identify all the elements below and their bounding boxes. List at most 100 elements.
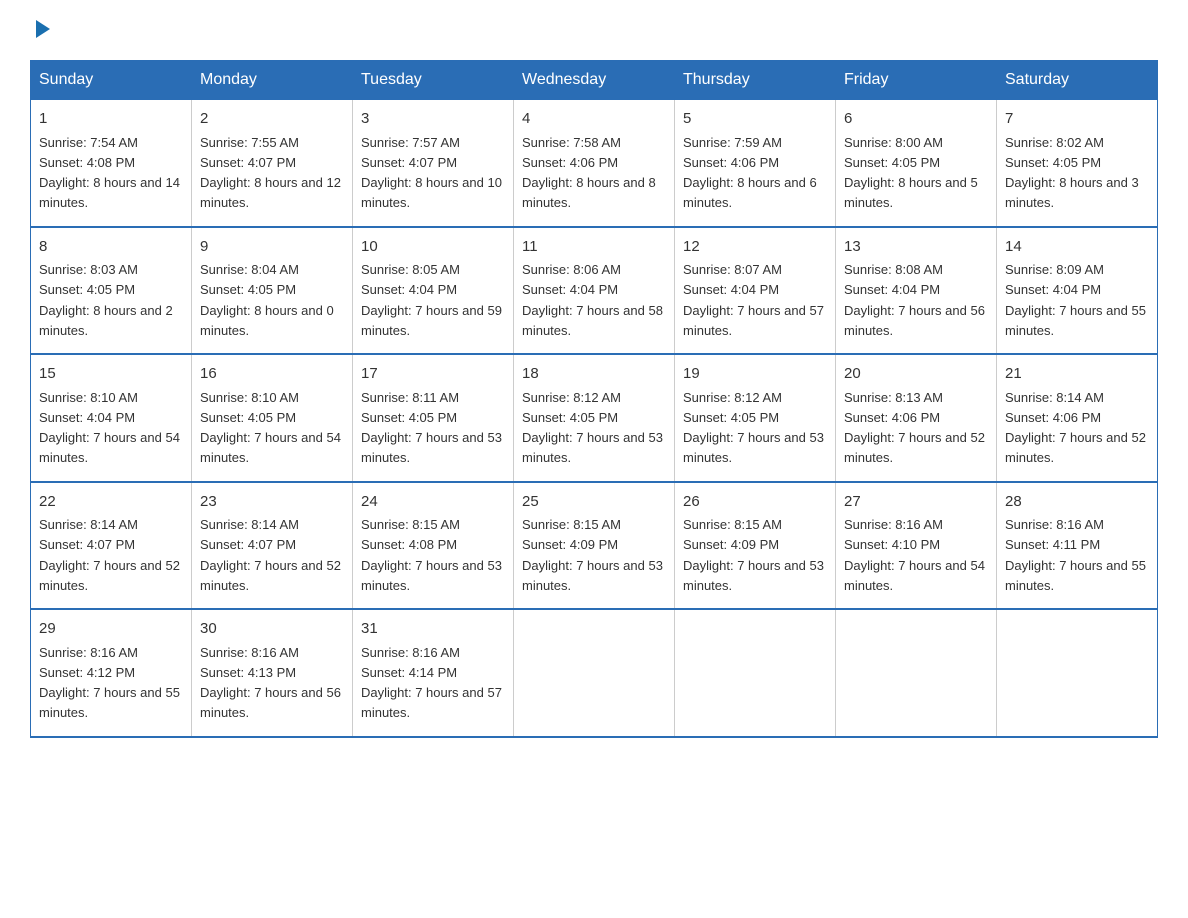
day-info: Sunrise: 8:09 AMSunset: 4:04 PMDaylight:… xyxy=(1005,262,1146,338)
calendar-cell: 14 Sunrise: 8:09 AMSunset: 4:04 PMDayligh… xyxy=(997,227,1158,355)
day-info: Sunrise: 8:02 AMSunset: 4:05 PMDaylight:… xyxy=(1005,135,1139,211)
calendar-cell: 9 Sunrise: 8:04 AMSunset: 4:05 PMDaylight… xyxy=(192,227,353,355)
calendar-cell: 2Sunrise: 7:55 AMSunset: 4:07 PMDaylight… xyxy=(192,100,353,227)
day-number: 17 xyxy=(361,363,505,386)
calendar-week-row: 22 Sunrise: 8:14 AMSunset: 4:07 PMDayligh… xyxy=(31,482,1158,610)
logo xyxy=(30,20,54,40)
day-info: Sunrise: 8:10 AMSunset: 4:05 PMDaylight:… xyxy=(200,390,341,466)
day-info: Sunrise: 8:10 AMSunset: 4:04 PMDaylight:… xyxy=(39,390,180,466)
weekday-header-saturday: Saturday xyxy=(997,61,1158,100)
day-number: 10 xyxy=(361,236,505,259)
day-info: Sunrise: 8:07 AMSunset: 4:04 PMDaylight:… xyxy=(683,262,824,338)
day-number: 27 xyxy=(844,491,988,514)
calendar-cell: 23Sunrise: 8:14 AMSunset: 4:07 PMDayligh… xyxy=(192,482,353,610)
day-number: 28 xyxy=(1005,491,1149,514)
day-info: Sunrise: 7:57 AMSunset: 4:07 PMDaylight:… xyxy=(361,135,502,211)
day-number: 15 xyxy=(39,363,183,386)
day-number: 6 xyxy=(844,108,988,131)
calendar-cell: 7 Sunrise: 8:02 AMSunset: 4:05 PMDaylight… xyxy=(997,100,1158,227)
calendar-cell: 13 Sunrise: 8:08 AMSunset: 4:04 PMDayligh… xyxy=(836,227,997,355)
day-number: 16 xyxy=(200,363,344,386)
day-number: 9 xyxy=(200,236,344,259)
day-number: 3 xyxy=(361,108,505,131)
day-info: Sunrise: 8:15 AMSunset: 4:09 PMDaylight:… xyxy=(522,517,663,593)
day-number: 22 xyxy=(39,491,183,514)
weekday-header-wednesday: Wednesday xyxy=(514,61,675,100)
calendar-cell: 6 Sunrise: 8:00 AMSunset: 4:05 PMDaylight… xyxy=(836,100,997,227)
day-number: 13 xyxy=(844,236,988,259)
day-info: Sunrise: 8:16 AMSunset: 4:13 PMDaylight:… xyxy=(200,645,341,721)
calendar-cell: 18 Sunrise: 8:12 AMSunset: 4:05 PMDayligh… xyxy=(514,354,675,482)
day-number: 2 xyxy=(200,108,344,131)
day-info: Sunrise: 8:15 AMSunset: 4:08 PMDaylight:… xyxy=(361,517,502,593)
calendar-cell: 16 Sunrise: 8:10 AMSunset: 4:05 PMDayligh… xyxy=(192,354,353,482)
calendar-table: SundayMondayTuesdayWednesdayThursdayFrid… xyxy=(30,60,1158,738)
day-info: Sunrise: 8:08 AMSunset: 4:04 PMDaylight:… xyxy=(844,262,985,338)
logo-arrow-icon xyxy=(32,18,54,40)
day-info: Sunrise: 8:05 AMSunset: 4:04 PMDaylight:… xyxy=(361,262,502,338)
page-header xyxy=(30,20,1158,40)
weekday-header-thursday: Thursday xyxy=(675,61,836,100)
day-number: 20 xyxy=(844,363,988,386)
calendar-cell: 19 Sunrise: 8:12 AMSunset: 4:05 PMDayligh… xyxy=(675,354,836,482)
calendar-cell: 3 Sunrise: 7:57 AMSunset: 4:07 PMDaylight… xyxy=(353,100,514,227)
day-info: Sunrise: 8:04 AMSunset: 4:05 PMDaylight:… xyxy=(200,262,334,338)
calendar-cell: 21 Sunrise: 8:14 AMSunset: 4:06 PMDayligh… xyxy=(997,354,1158,482)
calendar-cell: 5Sunrise: 7:59 AMSunset: 4:06 PMDaylight… xyxy=(675,100,836,227)
day-number: 18 xyxy=(522,363,666,386)
day-number: 29 xyxy=(39,618,183,641)
day-number: 21 xyxy=(1005,363,1149,386)
day-info: Sunrise: 8:12 AMSunset: 4:05 PMDaylight:… xyxy=(522,390,663,466)
calendar-week-row: 8 Sunrise: 8:03 AMSunset: 4:05 PMDaylight… xyxy=(31,227,1158,355)
day-number: 7 xyxy=(1005,108,1149,131)
day-info: Sunrise: 8:14 AMSunset: 4:07 PMDaylight:… xyxy=(39,517,180,593)
day-info: Sunrise: 8:16 AMSunset: 4:12 PMDaylight:… xyxy=(39,645,180,721)
day-info: Sunrise: 8:16 AMSunset: 4:10 PMDaylight:… xyxy=(844,517,985,593)
weekday-header-monday: Monday xyxy=(192,61,353,100)
calendar-header-row: SundayMondayTuesdayWednesdayThursdayFrid… xyxy=(31,61,1158,100)
calendar-cell: 1 Sunrise: 7:54 AMSunset: 4:08 PMDaylight… xyxy=(31,100,192,227)
day-info: Sunrise: 8:12 AMSunset: 4:05 PMDaylight:… xyxy=(683,390,824,466)
day-info: Sunrise: 7:58 AMSunset: 4:06 PMDaylight:… xyxy=(522,135,656,211)
calendar-cell xyxy=(997,609,1158,737)
day-number: 31 xyxy=(361,618,505,641)
day-number: 26 xyxy=(683,491,827,514)
day-info: Sunrise: 8:03 AMSunset: 4:05 PMDaylight:… xyxy=(39,262,173,338)
calendar-week-row: 29 Sunrise: 8:16 AMSunset: 4:12 PMDayligh… xyxy=(31,609,1158,737)
day-number: 14 xyxy=(1005,236,1149,259)
day-number: 1 xyxy=(39,108,183,131)
day-info: Sunrise: 8:06 AMSunset: 4:04 PMDaylight:… xyxy=(522,262,663,338)
calendar-cell: 17 Sunrise: 8:11 AMSunset: 4:05 PMDayligh… xyxy=(353,354,514,482)
day-number: 23 xyxy=(200,491,344,514)
day-info: Sunrise: 8:00 AMSunset: 4:05 PMDaylight:… xyxy=(844,135,978,211)
calendar-cell: 20Sunrise: 8:13 AMSunset: 4:06 PMDayligh… xyxy=(836,354,997,482)
day-info: Sunrise: 8:15 AMSunset: 4:09 PMDaylight:… xyxy=(683,517,824,593)
calendar-cell xyxy=(514,609,675,737)
calendar-cell: 28Sunrise: 8:16 AMSunset: 4:11 PMDayligh… xyxy=(997,482,1158,610)
calendar-week-row: 1 Sunrise: 7:54 AMSunset: 4:08 PMDaylight… xyxy=(31,100,1158,227)
day-number: 19 xyxy=(683,363,827,386)
calendar-cell: 22 Sunrise: 8:14 AMSunset: 4:07 PMDayligh… xyxy=(31,482,192,610)
day-number: 8 xyxy=(39,236,183,259)
day-info: Sunrise: 8:11 AMSunset: 4:05 PMDaylight:… xyxy=(361,390,502,466)
calendar-cell: 25Sunrise: 8:15 AMSunset: 4:09 PMDayligh… xyxy=(514,482,675,610)
day-number: 11 xyxy=(522,236,666,259)
day-number: 30 xyxy=(200,618,344,641)
day-info: Sunrise: 8:16 AMSunset: 4:14 PMDaylight:… xyxy=(361,645,502,721)
day-number: 12 xyxy=(683,236,827,259)
calendar-cell: 31 Sunrise: 8:16 AMSunset: 4:14 PMDayligh… xyxy=(353,609,514,737)
weekday-header-tuesday: Tuesday xyxy=(353,61,514,100)
day-number: 24 xyxy=(361,491,505,514)
calendar-cell: 10 Sunrise: 8:05 AMSunset: 4:04 PMDayligh… xyxy=(353,227,514,355)
calendar-cell: 26 Sunrise: 8:15 AMSunset: 4:09 PMDayligh… xyxy=(675,482,836,610)
calendar-cell: 12 Sunrise: 8:07 AMSunset: 4:04 PMDayligh… xyxy=(675,227,836,355)
calendar-cell xyxy=(836,609,997,737)
day-number: 4 xyxy=(522,108,666,131)
day-info: Sunrise: 8:14 AMSunset: 4:06 PMDaylight:… xyxy=(1005,390,1146,466)
day-info: Sunrise: 7:54 AMSunset: 4:08 PMDaylight:… xyxy=(39,135,180,211)
calendar-cell: 11 Sunrise: 8:06 AMSunset: 4:04 PMDayligh… xyxy=(514,227,675,355)
calendar-cell: 4 Sunrise: 7:58 AMSunset: 4:06 PMDaylight… xyxy=(514,100,675,227)
calendar-cell: 15 Sunrise: 8:10 AMSunset: 4:04 PMDayligh… xyxy=(31,354,192,482)
calendar-cell: 27 Sunrise: 8:16 AMSunset: 4:10 PMDayligh… xyxy=(836,482,997,610)
day-number: 5 xyxy=(683,108,827,131)
